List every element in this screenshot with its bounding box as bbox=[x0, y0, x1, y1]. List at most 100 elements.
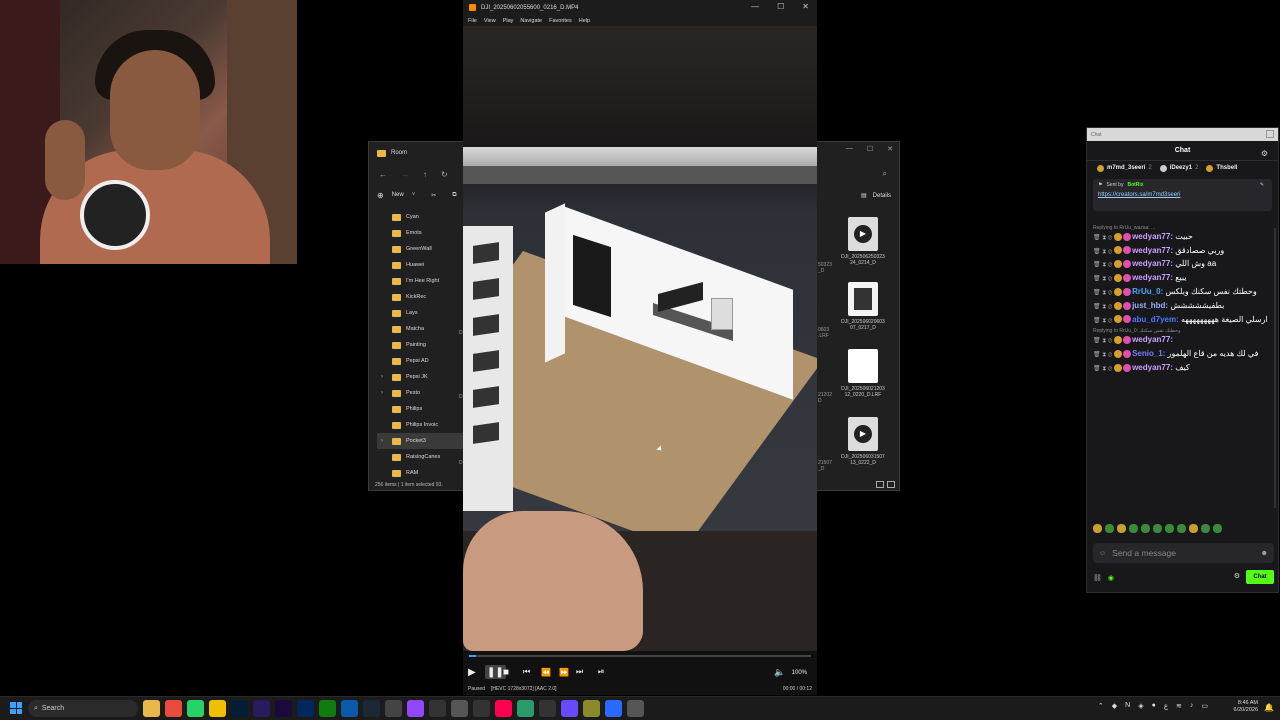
chat-username[interactable]: wedyan77: bbox=[1132, 363, 1173, 372]
chat-username[interactable]: Senio_1: bbox=[1132, 349, 1165, 358]
volume-control[interactable]: 🔈 100% bbox=[774, 667, 807, 678]
chat-username[interactable]: wedyan77: bbox=[1132, 259, 1173, 268]
menu-item[interactable]: File bbox=[468, 18, 477, 24]
tree-item[interactable]: Philips bbox=[377, 401, 467, 417]
tray-app-icon[interactable]: N bbox=[1125, 702, 1130, 710]
kick-icon[interactable]: ◉ bbox=[1108, 574, 1114, 582]
send-chat-button[interactable]: Chat bbox=[1246, 570, 1274, 584]
chat-settings-icon[interactable]: ⚙ bbox=[1261, 149, 1268, 158]
chat-username[interactable]: wedyan77: bbox=[1132, 232, 1173, 241]
emoji-icon[interactable]: ☻ bbox=[1261, 550, 1268, 557]
volume-icon[interactable]: ♪ bbox=[1190, 702, 1194, 710]
maximize-icon[interactable]: ☐ bbox=[777, 2, 784, 11]
windows-start-icon[interactable] bbox=[10, 702, 22, 714]
tray-app-icon[interactable]: ◆ bbox=[1112, 702, 1117, 710]
tree-item[interactable]: Huawei bbox=[377, 257, 467, 273]
media-player-icon[interactable] bbox=[627, 700, 644, 717]
chat-input[interactable]: ☺ Send a message ☻ bbox=[1093, 543, 1274, 563]
menu-item[interactable]: Help bbox=[579, 18, 590, 24]
gifter-badge[interactable]: iDeezy1 2 bbox=[1159, 164, 1198, 172]
chevron-right-icon[interactable]: › bbox=[381, 390, 387, 396]
tiktok-icon[interactable] bbox=[495, 700, 512, 717]
emote-icon[interactable] bbox=[1177, 524, 1186, 533]
tree-item[interactable]: KickRec bbox=[377, 289, 467, 305]
video-frame[interactable] bbox=[463, 26, 817, 651]
tree-item[interactable]: Cyan bbox=[377, 209, 467, 225]
wifi-icon[interactable]: ≋ bbox=[1176, 702, 1182, 710]
app-icon[interactable] bbox=[539, 700, 556, 717]
app-icon[interactable] bbox=[209, 700, 226, 717]
chevron-up-icon[interactable]: ⌃ bbox=[1098, 702, 1104, 710]
rewind-icon[interactable]: ⏪ bbox=[541, 665, 551, 679]
audition-icon[interactable] bbox=[297, 700, 314, 717]
photoshop-icon[interactable] bbox=[231, 700, 248, 717]
tree-item[interactable]: › Pocket3 bbox=[377, 433, 467, 449]
speaker-icon[interactable]: 🔈 bbox=[774, 667, 785, 678]
forward-arrow-icon[interactable]: → bbox=[401, 170, 409, 179]
discord-icon[interactable] bbox=[451, 700, 468, 717]
up-arrow-icon[interactable]: ↑ bbox=[423, 170, 427, 179]
tree-item[interactable]: GreenWall bbox=[377, 241, 467, 257]
emote-icon[interactable] bbox=[1165, 524, 1174, 533]
chat-message[interactable]: Replying to RrUu_0: وحطتك نفس سكنك 🗑 ⧗ ⊘ w… bbox=[1093, 328, 1274, 346]
moderation-icons[interactable]: 🗑 ⧗ ⊘ bbox=[1093, 290, 1112, 296]
file-explorer-icon[interactable] bbox=[143, 700, 160, 717]
tree-item[interactable]: Emots bbox=[377, 225, 467, 241]
close-icon[interactable] bbox=[1266, 130, 1274, 138]
moderation-icons[interactable]: 🗑 ⧗ ⊘ bbox=[1093, 235, 1112, 241]
back-arrow-icon[interactable]: ← bbox=[379, 170, 387, 179]
steam-icon[interactable] bbox=[363, 700, 380, 717]
menu-item[interactable]: Navigate bbox=[520, 18, 542, 24]
menu-item[interactable]: Favorites bbox=[549, 18, 572, 24]
pinned-bot-name[interactable]: BotRix bbox=[1127, 182, 1143, 188]
tree-item[interactable]: Philips Invoic bbox=[377, 417, 467, 433]
tree-item[interactable]: I'm Hee Right bbox=[377, 273, 467, 289]
tree-item[interactable]: Pepsi AD bbox=[377, 353, 467, 369]
file-thumbnail[interactable]: DJI_202506021203 12_0220_D.LRF bbox=[838, 349, 888, 398]
emote-icon[interactable] bbox=[1093, 524, 1102, 533]
app-icon[interactable] bbox=[605, 700, 622, 717]
notification-icon[interactable]: 🔔 bbox=[1264, 703, 1274, 712]
link-icon[interactable]: ⛓ bbox=[1093, 574, 1102, 582]
tree-item[interactable]: Painting bbox=[377, 337, 467, 353]
seek-bar[interactable] bbox=[463, 652, 817, 660]
unpin-icon[interactable]: ✎ bbox=[1260, 182, 1264, 188]
gifter-badge[interactable]: m7md_3seeri 2 bbox=[1097, 164, 1152, 172]
chat-message[interactable]: 🗑 ⧗ ⊘ Senio_1: في لك هديه من قاع الهلمور bbox=[1093, 349, 1274, 360]
search-icon[interactable]: ⌕ bbox=[883, 169, 887, 179]
minimize-icon[interactable]: — bbox=[751, 2, 759, 11]
grid-view-icon[interactable] bbox=[887, 481, 895, 488]
tray-app-icon[interactable]: ◈ bbox=[1138, 702, 1143, 710]
moderation-icons[interactable]: 🗑 ⧗ ⊘ bbox=[1093, 318, 1112, 324]
app-icon[interactable] bbox=[583, 700, 600, 717]
app-icon[interactable] bbox=[561, 700, 578, 717]
chat-message[interactable]: 🗑 ⧗ ⊘ wedyan77: كيف bbox=[1093, 363, 1274, 374]
next-icon[interactable]: ⏭ bbox=[576, 665, 583, 679]
chevron-right-icon[interactable]: › bbox=[381, 438, 387, 444]
moderation-icons[interactable]: 🗑 ⧗ ⊘ bbox=[1093, 276, 1112, 282]
pinned-link[interactable]: https://creators.sa/m7md3seeri bbox=[1098, 192, 1267, 198]
close-icon[interactable]: ✕ bbox=[887, 145, 893, 153]
file-thumbnail[interactable]: ▶ DJI_202506250323 24_0214_D bbox=[838, 217, 888, 266]
details-toggle[interactable]: ▤ Details bbox=[861, 192, 891, 200]
app-icon[interactable] bbox=[429, 700, 446, 717]
refresh-icon[interactable]: ↻ bbox=[441, 170, 448, 179]
emote-icon[interactable] bbox=[1213, 524, 1222, 533]
chat-message[interactable]: 🗑 ⧗ ⊘ wedyan77: وش اللي aa bbox=[1093, 259, 1274, 270]
taskbar-search[interactable]: ⌕ Search bbox=[28, 700, 138, 717]
app-icon[interactable] bbox=[385, 700, 402, 717]
tree-item[interactable]: › Pesto bbox=[377, 385, 467, 401]
list-view-icon[interactable] bbox=[876, 481, 884, 488]
file-thumbnail[interactable]: DJI_202506020603 07_0217_D bbox=[838, 282, 888, 331]
chat-message[interactable]: 🗑 ⧗ ⊘ wedyan77: وربي صصادقق bbox=[1093, 246, 1274, 257]
reply-context[interactable]: Replying to RrUu_wazaa: ... bbox=[1093, 225, 1274, 232]
file-thumbnail[interactable]: ▶ DJI_202506031507 13_0222_D bbox=[838, 417, 888, 466]
emote-icon[interactable] bbox=[1117, 524, 1126, 533]
moderation-icons[interactable]: 🗑 ⧗ ⊘ bbox=[1093, 366, 1112, 372]
gear-icon[interactable]: ⚙ bbox=[1234, 572, 1240, 580]
microphone-icon[interactable]: ● bbox=[1152, 702, 1156, 710]
cut-icon[interactable]: ✂ bbox=[431, 192, 436, 199]
battery-icon[interactable]: ▭ bbox=[1201, 702, 1208, 710]
language-icon[interactable]: ع bbox=[1164, 702, 1168, 710]
chat-username[interactable]: just_hbd: bbox=[1132, 301, 1168, 310]
